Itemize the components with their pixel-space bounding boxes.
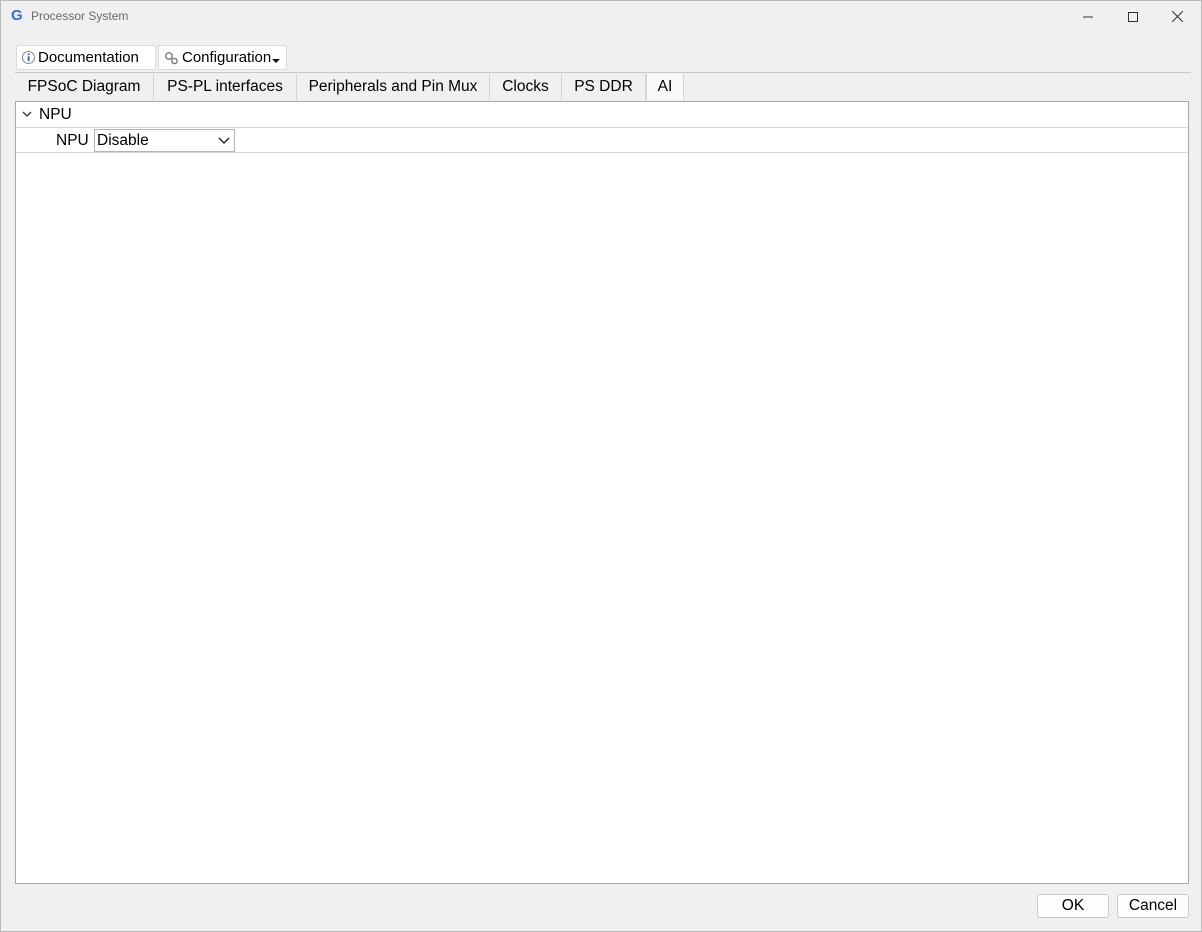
maximize-icon	[1127, 11, 1138, 22]
tab-ps-ddr[interactable]: PS DDR	[562, 74, 646, 100]
minimize-button[interactable]	[1065, 1, 1110, 32]
tab-fpsoc-diagram[interactable]: FPSoC Diagram	[15, 74, 154, 100]
npu-select[interactable]: Disable	[94, 129, 235, 152]
cancel-button[interactable]: Cancel	[1117, 894, 1189, 918]
gears-icon	[165, 51, 178, 64]
configuration-label: Configuration	[182, 49, 272, 66]
tab-peripherals-pin-mux[interactable]: Peripherals and Pin Mux	[297, 74, 490, 100]
title-bar[interactable]: G Processor System	[1, 1, 1201, 32]
configuration-dropdown[interactable]: Configuration	[158, 45, 287, 70]
chevron-down-icon	[218, 137, 230, 144]
ok-button[interactable]: OK	[1037, 894, 1109, 918]
documentation-button[interactable]: Documentation	[16, 45, 156, 70]
npu-select-value: Disable	[97, 132, 149, 149]
tab-ai[interactable]: AI	[646, 74, 684, 100]
tab-ps-pl-interfaces[interactable]: PS-PL interfaces	[154, 74, 297, 100]
dialog-window: G Processor System Documentation Configu…	[0, 0, 1202, 932]
close-button[interactable]	[1155, 1, 1200, 32]
tab-clocks[interactable]: Clocks	[490, 74, 562, 100]
info-icon	[22, 51, 35, 64]
maximize-button[interactable]	[1110, 1, 1155, 32]
setting-row-npu: NPU Disable	[16, 128, 1188, 153]
npu-label: NPU	[56, 132, 89, 149]
minimize-icon	[1082, 16, 1093, 17]
settings-panel: NPU NPU Disable	[15, 101, 1189, 884]
toolbar-divider	[15, 72, 1191, 73]
npu-section-header[interactable]: NPU	[16, 102, 1188, 128]
window-title: Processor System	[31, 9, 129, 23]
app-logo-icon: G	[11, 7, 23, 24]
close-icon	[1172, 11, 1183, 22]
section-title: NPU	[39, 106, 72, 123]
documentation-label: Documentation	[38, 49, 139, 66]
chevron-down-icon[interactable]	[21, 108, 33, 120]
dropdown-arrow-icon	[272, 59, 281, 63]
